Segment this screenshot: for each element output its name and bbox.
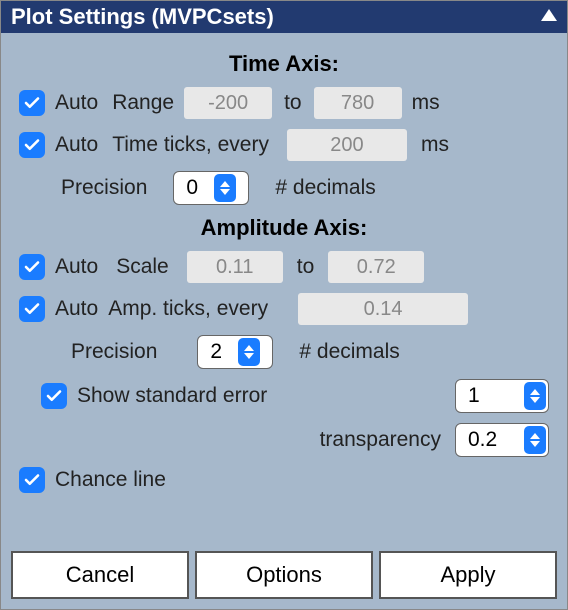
content-area: Time Axis: Auto Range to ms Auto Time ti… [1,33,567,493]
check-icon [23,94,41,112]
auto-label: Auto [55,297,98,321]
amp-scale-row: Auto Scale to [19,251,549,283]
collapse-icon[interactable] [541,9,557,21]
amp-scale-to-input[interactable] [328,251,424,283]
stderr-label: Show standard error [77,384,267,408]
amp-ticks-label: Amp. ticks, every [108,297,268,321]
amp-precision-select[interactable]: 2 [197,335,273,369]
time-range-to-input[interactable] [314,87,402,119]
plot-settings-panel: Plot Settings (MVPCsets) Time Axis: Auto… [0,0,568,610]
precision-label: Precision [61,176,147,200]
amp-precision-value: 2 [210,340,230,364]
time-axis-header: Time Axis: [19,51,549,77]
time-ticks-unit: ms [421,133,449,157]
chance-checkbox[interactable] [19,467,45,493]
transparency-value: 0.2 [468,428,516,452]
transparency-select[interactable]: 0.2 [455,423,549,457]
time-precision-value: 0 [186,176,206,200]
auto-label: Auto [55,133,98,157]
time-precision-select[interactable]: 0 [173,171,249,205]
titlebar: Plot Settings (MVPCsets) [1,1,567,33]
apply-button[interactable]: Apply [379,551,557,599]
time-precision-row: Precision 0 # decimals [19,171,549,205]
stderr-row: Show standard error 1 [19,379,549,413]
options-button[interactable]: Options [195,551,373,599]
stderr-value: 1 [468,384,516,408]
time-range-row: Auto Range to ms [19,87,549,119]
time-unit-label: ms [412,91,440,115]
time-ticks-input[interactable] [287,129,407,161]
scale-label: Scale [116,255,169,279]
amp-scale-auto-checkbox[interactable] [19,254,45,280]
decimals-label: # decimals [275,176,375,200]
stepper-icon [524,426,546,454]
auto-label: Auto [55,255,98,279]
cancel-button[interactable]: Cancel [11,551,189,599]
check-icon [23,258,41,276]
time-ticks-row: Auto Time ticks, every ms [19,129,549,161]
stepper-icon [214,174,236,202]
amp-ticks-input[interactable] [298,293,468,325]
transparency-row: transparency 0.2 [19,423,549,457]
check-icon [23,300,41,318]
stderr-checkbox[interactable] [41,383,67,409]
time-ticks-label: Time ticks, every [112,133,269,157]
check-icon [23,136,41,154]
amp-axis-header: Amplitude Axis: [19,215,549,241]
check-icon [45,387,63,405]
amp-ticks-auto-checkbox[interactable] [19,296,45,322]
button-bar: Cancel Options Apply [11,551,557,599]
stepper-icon [238,338,260,366]
chance-label: Chance line [55,468,166,492]
decimals-label: # decimals [299,340,399,364]
time-range-from-input[interactable] [184,87,272,119]
time-range-auto-checkbox[interactable] [19,90,45,116]
stderr-value-select[interactable]: 1 [455,379,549,413]
to-label: to [297,255,315,279]
amp-precision-row: Precision 2 # decimals [19,335,549,369]
range-label: Range [112,91,174,115]
chance-row: Chance line [19,467,549,493]
auto-label: Auto [55,91,98,115]
amp-ticks-row: Auto Amp. ticks, every [19,293,549,325]
time-ticks-auto-checkbox[interactable] [19,132,45,158]
to-label: to [284,91,302,115]
amp-scale-from-input[interactable] [187,251,283,283]
check-icon [23,471,41,489]
panel-title: Plot Settings (MVPCsets) [11,4,274,29]
stepper-icon [524,382,546,410]
precision-label: Precision [71,340,157,364]
transparency-label: transparency [320,428,441,452]
